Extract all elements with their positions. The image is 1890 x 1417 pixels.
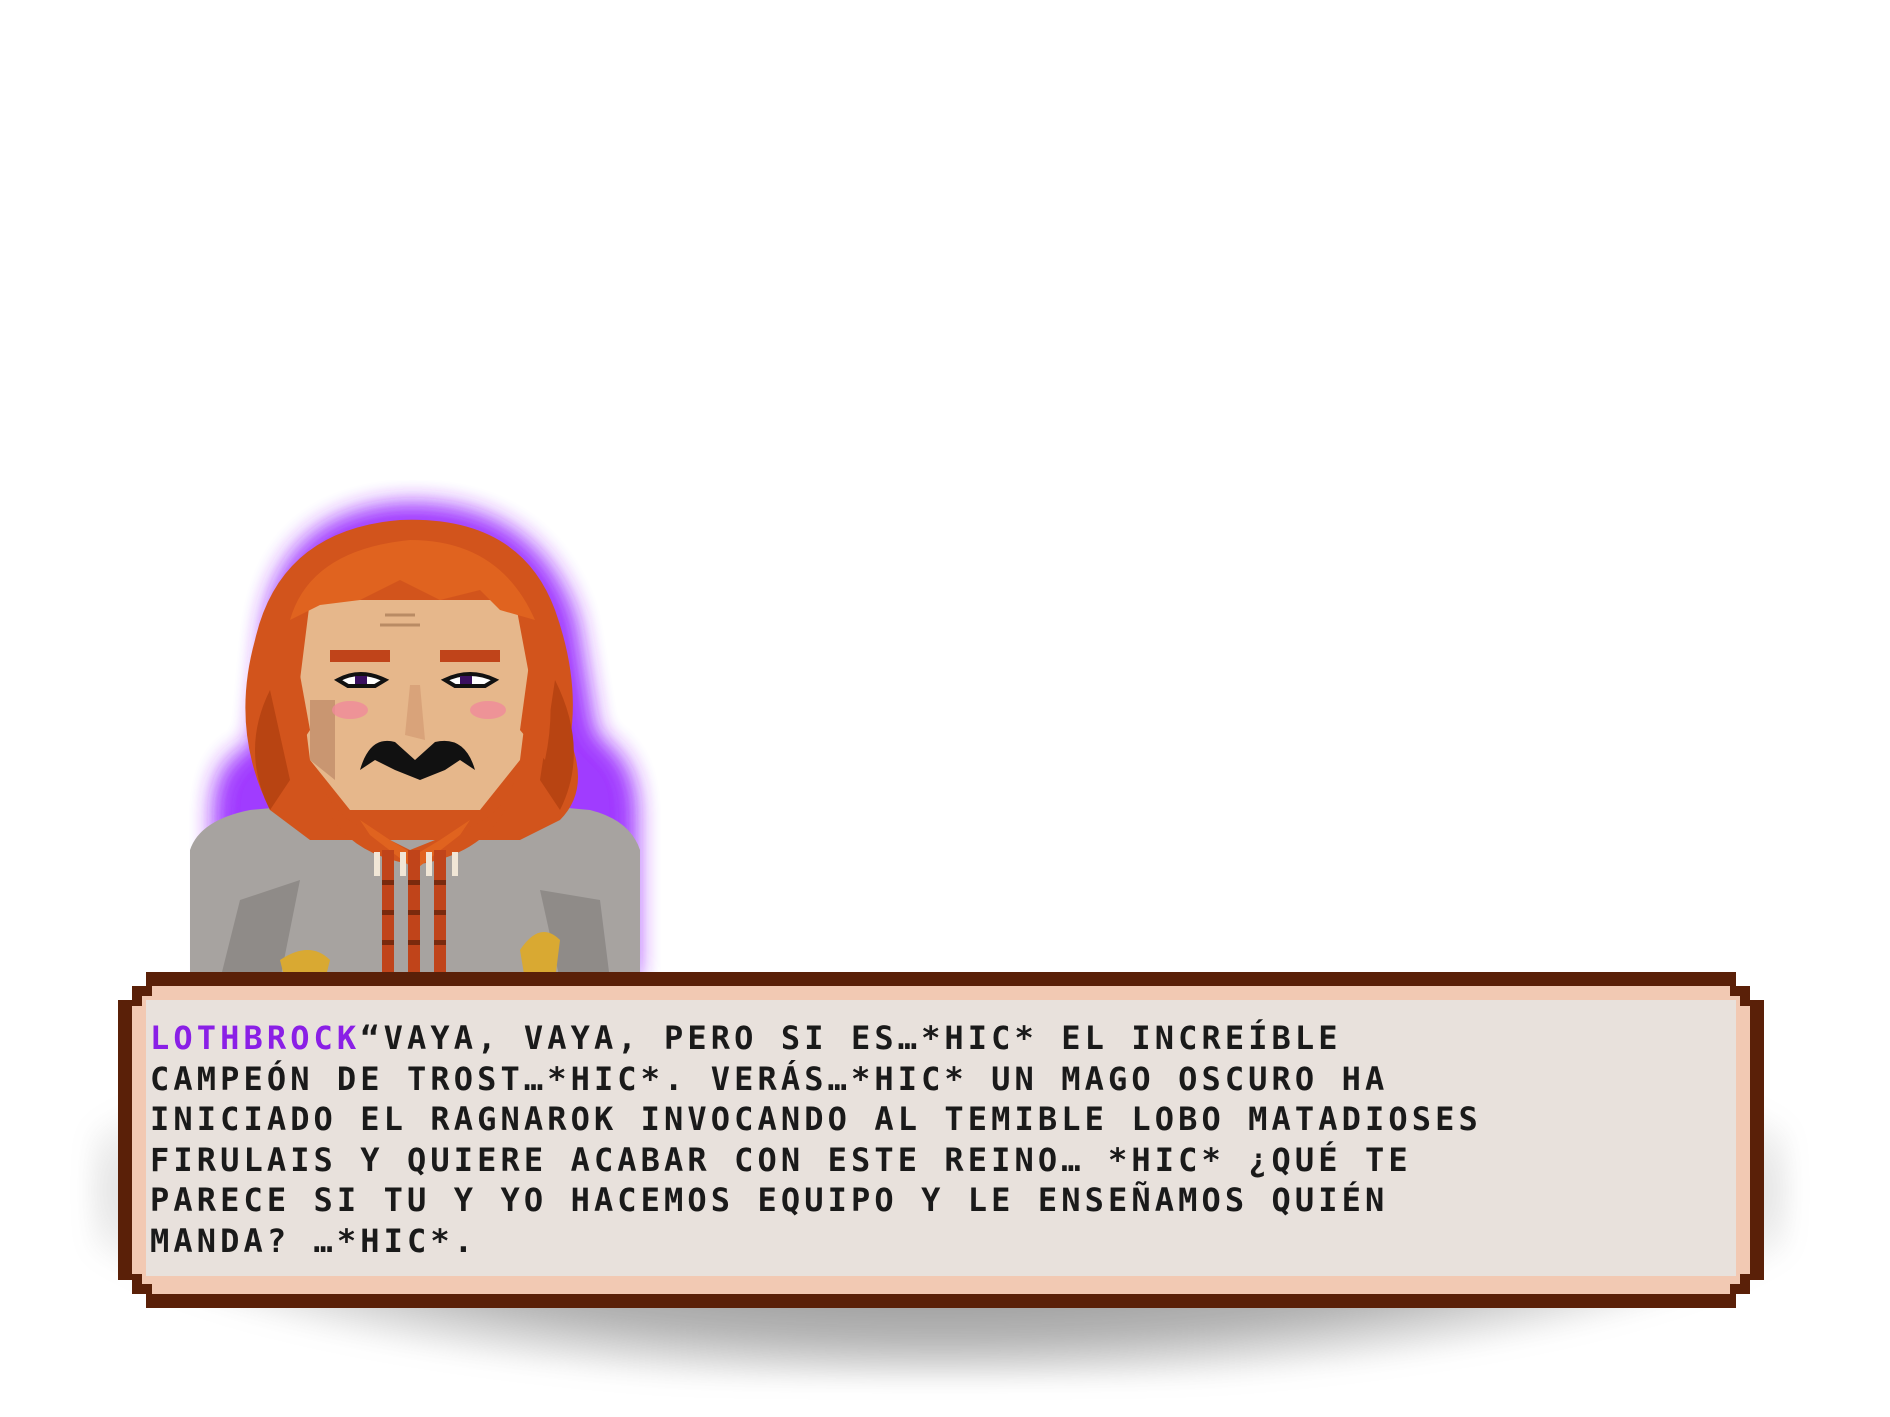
- dialog-line-1: “VAYA, VAYA, PERO SI ES…*HIC* EL INCREÍB…: [360, 1019, 1342, 1057]
- character-portrait-art: [190, 509, 640, 980]
- dialog-line-6: MANDA? …*HIC*.: [150, 1221, 478, 1260]
- dialog-line-3: INICIADO EL RAGNAROK INVOCANDO AL TEMIBL…: [150, 1100, 1482, 1138]
- dialog-text: LOTHBROCK“VAYA, VAYA, PERO SI ES…*HIC* E…: [150, 1018, 1740, 1261]
- dialog-line-5: PARECE SI TU Y YO HACEMOS EQUIPO Y LE EN…: [150, 1181, 1389, 1219]
- lothbrock-portrait: [160, 480, 680, 980]
- speaker-name: LOTHBROCK: [150, 1019, 361, 1057]
- dialog-line-2: CAMPEÓN DE TROST…*HIC*. VERÁS…*HIC* UN M…: [150, 1059, 1389, 1098]
- dialog-line-4: FIRULAIS Y QUIERE ACABAR CON ESTE REINO……: [150, 1140, 1412, 1179]
- game-scene: LOTHBROCK“VAYA, VAYA, PERO SI ES…*HIC* E…: [0, 0, 1890, 1417]
